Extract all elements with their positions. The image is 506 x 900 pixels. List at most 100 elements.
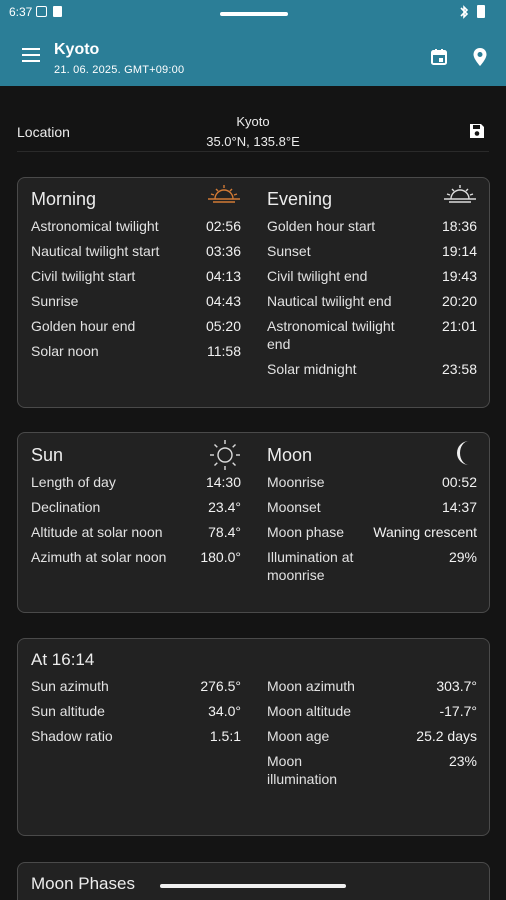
- row-value: 18:36: [441, 218, 477, 234]
- sun-icon: [210, 440, 240, 470]
- sun-row-declination: Declination 23.4°: [31, 498, 241, 516]
- save-icon[interactable]: [468, 122, 486, 140]
- row-value: 19:14: [441, 243, 477, 259]
- sun-column: Sun Length of day 14:30 Declination 23.4° …: [31, 440, 241, 573]
- row-value: 14:30: [205, 474, 241, 490]
- row-label: Declination: [31, 499, 101, 515]
- row-label: Illumination at moonrise: [267, 549, 354, 583]
- row-label: Altitude at solar noon: [31, 524, 163, 540]
- evening-row-golden-hour-start: Golden hour start 18:36: [267, 217, 477, 235]
- row-value: 20:20: [441, 293, 477, 309]
- current-position-card: At 16:14 Sun azimuth 276.5° Sun altitude 3…: [17, 638, 490, 836]
- row-label: Sun azimuth: [31, 678, 109, 694]
- app-bar: Kyoto 21. 06. 2025. GMT+09:00: [0, 26, 506, 86]
- row-value: 29%: [448, 549, 477, 565]
- row-value: 04:13: [205, 268, 241, 284]
- row-value: -17.7°: [439, 703, 477, 719]
- app-title: Kyoto: [54, 41, 100, 58]
- moon-row-phase: Moon phase Waning crescent: [267, 523, 477, 541]
- now-row-sun-altitude: Sun altitude 34.0°: [31, 702, 241, 720]
- sd-card-icon: [53, 6, 62, 17]
- moon-row-moonrise: Moonrise 00:52: [267, 473, 477, 491]
- now-row-moon-illumination: Moon illumination 23%: [267, 752, 477, 788]
- calendar-icon[interactable]: [430, 48, 448, 66]
- evening-row-astronomical: Astronomical twilight end 21:01: [267, 317, 477, 353]
- current-time-title: At 16:14: [31, 650, 95, 669]
- row-label: Sunset: [267, 243, 311, 259]
- morning-row-sunrise: Sunrise 04:43: [31, 292, 241, 310]
- row-label: Moon illumination: [267, 753, 338, 787]
- twilight-card: Morning Astronomical twilight 02:56 Nauti…: [17, 177, 490, 408]
- row-value: 03:36: [205, 243, 241, 259]
- row-label: Length of day: [31, 474, 116, 490]
- row-value: Waning crescent: [373, 524, 477, 540]
- sun-moon-card: Sun Length of day 14:30 Declination 23.4° …: [17, 432, 490, 613]
- evening-row-nautical: Nautical twilight end 20:20: [267, 292, 477, 310]
- morning-row-civil: Civil twilight start 04:13: [31, 267, 241, 285]
- evening-row-civil: Civil twilight end 19:43: [267, 267, 477, 285]
- row-label: Shadow ratio: [31, 728, 113, 744]
- row-value: 303.7°: [436, 678, 477, 694]
- row-label: Solar noon: [31, 343, 99, 359]
- row-value: 23%: [448, 753, 477, 769]
- row-value: 14:37: [441, 499, 477, 515]
- row-label: Sun altitude: [31, 703, 105, 719]
- row-label: Astronomical twilight end: [267, 318, 395, 352]
- map-pin-icon[interactable]: [472, 47, 488, 67]
- location-coordinates: 35.0°N, 135.8°E: [206, 134, 300, 149]
- row-label: Moonrise: [267, 474, 325, 490]
- row-value: 180.0°: [200, 549, 241, 565]
- location-row: Location Kyoto 35.0°N, 135.8°E: [17, 110, 489, 152]
- row-label: Golden hour end: [31, 318, 136, 334]
- row-value: 19:43: [441, 268, 477, 284]
- evening-title: Evening: [267, 189, 333, 209]
- row-label: Sunrise: [31, 293, 79, 309]
- moon-now-column: Moon azimuth 303.7° Moon altitude -17.7° M…: [267, 677, 477, 795]
- gesture-nav-bar[interactable]: [160, 884, 346, 888]
- row-value: 78.4°: [208, 524, 241, 540]
- menu-icon[interactable]: [22, 48, 40, 62]
- row-value: 25.2 days: [416, 728, 477, 744]
- row-label: Golden hour start: [267, 218, 376, 234]
- evening-column: Evening Golden hour start 18:36 Sunset 19:…: [267, 185, 477, 385]
- row-value: 00:52: [441, 474, 477, 490]
- morning-row-solar-noon: Solar noon 11:58: [31, 342, 241, 360]
- moon-phases-title: Moon Phases: [31, 874, 135, 893]
- notification-icon: [36, 6, 47, 17]
- row-value: 02:56: [205, 218, 241, 234]
- now-row-moon-age: Moon age 25.2 days: [267, 727, 477, 745]
- row-label: Moonset: [267, 499, 321, 515]
- row-value: 1.5:1: [209, 728, 241, 744]
- row-value: 34.0°: [208, 703, 241, 719]
- row-label: Astronomical twilight: [31, 218, 159, 234]
- location-name: Kyoto: [236, 114, 270, 129]
- moon-column: Moon Moonrise 00:52 Moonset 14:37 Moon pha…: [267, 441, 477, 591]
- row-label: Moon azimuth: [267, 678, 355, 694]
- sunrise-icon: [208, 185, 240, 203]
- sun-row-azimuth-at-noon: Azimuth at solar noon 180.0°: [31, 548, 241, 566]
- sun-now-column: Sun azimuth 276.5° Sun altitude 34.0° Shad…: [31, 677, 241, 752]
- status-time: 6:37: [9, 5, 33, 19]
- app-subtitle: 21. 06. 2025. GMT+09:00: [54, 64, 185, 76]
- row-value: 23.4°: [208, 499, 241, 515]
- moon-row-moonset: Moonset 14:37: [267, 498, 477, 516]
- row-value: 11:58: [207, 343, 241, 359]
- morning-row-nautical: Nautical twilight start 03:36: [31, 242, 241, 260]
- status-bar: 6:37: [0, 0, 506, 26]
- crescent-moon-icon: [457, 441, 469, 465]
- morning-column: Morning Astronomical twilight 02:56 Nauti…: [31, 185, 241, 367]
- sun-row-length-of-day: Length of day 14:30: [31, 473, 241, 491]
- row-label: Nautical twilight start: [31, 243, 160, 259]
- row-label: Moon altitude: [267, 703, 352, 719]
- row-label: Azimuth at solar noon: [31, 549, 167, 565]
- row-value: 23:58: [441, 361, 477, 377]
- morning-row-astronomical: Astronomical twilight 02:56: [31, 217, 241, 235]
- moon-phases-card: Moon Phases: [17, 862, 490, 900]
- bluetooth-icon: [460, 5, 469, 19]
- sun-row-altitude-at-noon: Altitude at solar noon 78.4°: [31, 523, 241, 541]
- morning-title: Morning: [31, 189, 97, 209]
- now-row-shadow-ratio: Shadow ratio 1.5:1: [31, 727, 241, 745]
- row-value: 04:43: [205, 293, 241, 309]
- moon-row-illumination: Illumination at moonrise 29%: [267, 548, 477, 584]
- status-pill: [220, 12, 288, 16]
